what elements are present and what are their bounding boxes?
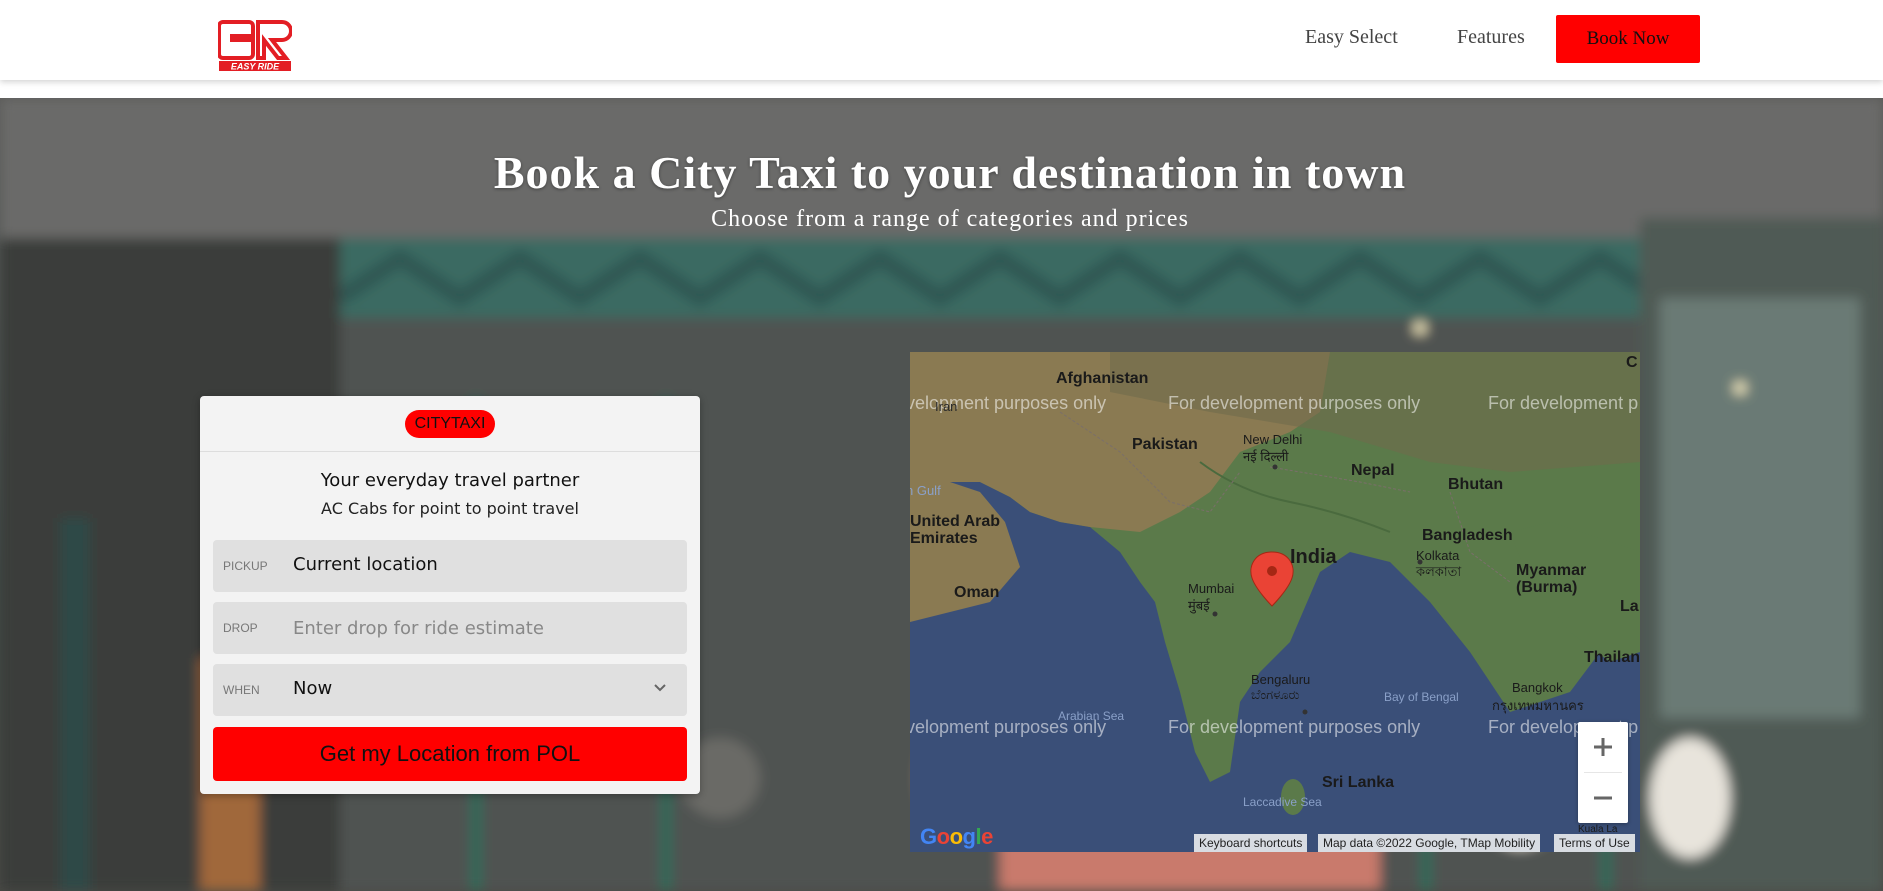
pickup-field[interactable]: PICKUP Current location bbox=[213, 540, 687, 592]
map-label-mumbai-local: मुंबई bbox=[1188, 598, 1210, 613]
when-value[interactable]: Now bbox=[293, 678, 332, 699]
google-logo[interactable]: Google bbox=[920, 824, 993, 850]
hero-subtitle: Choose from a range of categories and pr… bbox=[711, 206, 1189, 232]
map-label-bangladesh: Bangladesh bbox=[1422, 527, 1513, 544]
dev-watermark: For development purposes only bbox=[1168, 717, 1421, 737]
map-label-bangkok-local: กรุงเทพมหานคร bbox=[1492, 698, 1584, 713]
pickup-label: PICKUP bbox=[223, 559, 268, 573]
map-label-kolkata-local: কলকাতা bbox=[1416, 564, 1462, 579]
chevron-down-icon[interactable] bbox=[653, 678, 667, 703]
map-label-afghanistan: Afghanistan bbox=[1056, 370, 1149, 387]
booking-card: CITYTAXI Your everyday travel partner AC… bbox=[200, 396, 700, 794]
map-label-nepal: Nepal bbox=[1351, 462, 1395, 479]
map-zoom-control bbox=[1578, 722, 1628, 823]
zoom-out-button[interactable] bbox=[1578, 773, 1628, 823]
map-label-thailand: Thailan bbox=[1584, 649, 1640, 666]
map-label-uae: United Arab Emirates bbox=[910, 513, 1001, 547]
map-label-bengaluru-local: ಬೆಂಗಳೂರು bbox=[1251, 687, 1300, 702]
nav-easy-select-link[interactable]: Easy Select bbox=[1305, 26, 1398, 49]
map-label-bay-of-bengal: Bay of Bengal bbox=[1384, 690, 1459, 704]
map-label-pakistan: Pakistan bbox=[1132, 436, 1198, 453]
map-label-kolkata: Kolkata bbox=[1416, 548, 1460, 563]
map-label-c: C bbox=[1626, 354, 1638, 371]
zoom-in-button[interactable] bbox=[1578, 722, 1628, 772]
drop-field[interactable]: DROP bbox=[213, 602, 687, 654]
keyboard-shortcuts-link[interactable]: Keyboard shortcuts bbox=[1194, 834, 1308, 852]
map-label-laccadive-sea: Laccadive Sea bbox=[1243, 795, 1322, 809]
when-select[interactable]: WHEN Now bbox=[213, 664, 687, 716]
google-map[interactable]: velopment purposes only For development … bbox=[910, 352, 1640, 852]
get-location-button[interactable]: Get my Location from POL bbox=[213, 727, 687, 781]
map-label-new-delhi: New Delhi bbox=[1243, 432, 1303, 447]
map-label-new-delhi-local: नई दिल्ली bbox=[1243, 449, 1289, 464]
map-label-myanmar: Myanmar (Burma) bbox=[1516, 562, 1587, 596]
svg-text:EASY RIDE: EASY RIDE bbox=[231, 62, 280, 72]
dev-watermark: For development purposes only bbox=[1168, 393, 1421, 413]
map-data-attribution: Map data ©2022 Google, TMap Mobility bbox=[1318, 834, 1541, 852]
book-now-button[interactable]: Book Now bbox=[1556, 15, 1700, 63]
pickup-value[interactable]: Current location bbox=[293, 554, 438, 575]
map-label-sri-lanka: Sri Lanka bbox=[1322, 774, 1395, 791]
map-label-bhutan: Bhutan bbox=[1448, 476, 1504, 493]
map-label-oman: Oman bbox=[954, 584, 1000, 601]
minus-icon bbox=[1594, 796, 1612, 800]
booking-card-title: Your everyday travel partner bbox=[320, 470, 580, 491]
map-terrain[interactable] bbox=[910, 352, 1640, 852]
hero-title: Book a City Taxi to your destination in … bbox=[493, 147, 1407, 198]
booking-card-header: CITYTAXI bbox=[200, 396, 700, 452]
terms-of-use-link[interactable]: Terms of Use bbox=[1554, 834, 1635, 852]
map-label-arabian-sea: Arabian Sea bbox=[1058, 709, 1125, 723]
hero-section: Book a City Taxi to your destination in … bbox=[0, 98, 1883, 891]
drop-label: DROP bbox=[223, 621, 258, 635]
when-label: WHEN bbox=[223, 683, 260, 697]
map-label-lao: La bbox=[1620, 598, 1639, 615]
map-label-gulf: n Gulf bbox=[910, 483, 941, 498]
navbar: EASY RIDE Easy Select Features Book Now bbox=[0, 0, 1883, 80]
drop-input[interactable] bbox=[293, 612, 673, 644]
booking-card-description: AC Cabs for point to point travel bbox=[321, 499, 579, 518]
dev-watermark: For development p bbox=[1488, 393, 1639, 413]
easy-ride-logo[interactable]: EASY RIDE bbox=[217, 20, 293, 72]
map-label-india: India bbox=[1290, 546, 1337, 568]
map-label-iran: Iran bbox=[935, 399, 958, 414]
nav-features-link[interactable]: Features bbox=[1457, 26, 1525, 49]
plus-icon bbox=[1594, 738, 1612, 756]
map-label-mumbai: Mumbai bbox=[1188, 581, 1235, 596]
map-label-bangkok: Bangkok bbox=[1512, 680, 1563, 695]
category-badge[interactable]: CITYTAXI bbox=[404, 409, 496, 438]
map-label-bengaluru: Bengaluru bbox=[1251, 672, 1311, 687]
